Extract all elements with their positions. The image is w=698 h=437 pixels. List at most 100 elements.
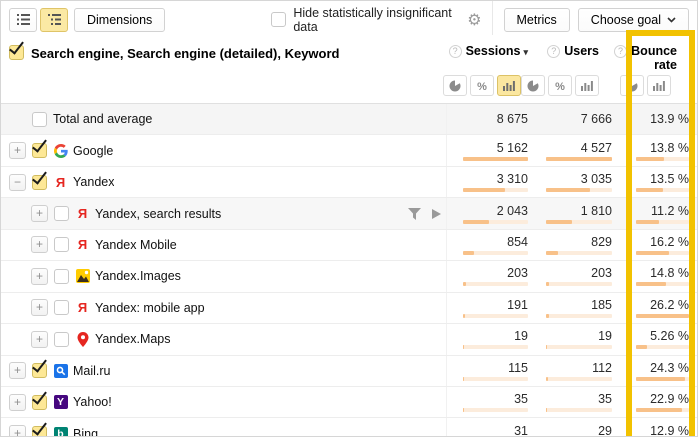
row-label[interactable]: Yandex: mobile app xyxy=(95,301,205,315)
bar-chart-toggle[interactable] xyxy=(497,75,521,96)
row-checkbox[interactable] xyxy=(32,175,47,190)
row-checkbox[interactable] xyxy=(54,237,69,252)
row-label[interactable]: Yandex.Images xyxy=(95,269,181,283)
sessions-bar xyxy=(463,314,528,318)
bounce-rate-bar xyxy=(636,345,689,349)
tree-view-icon[interactable] xyxy=(40,8,68,32)
select-all-checkbox[interactable] xyxy=(9,45,24,60)
users-bar xyxy=(546,157,612,161)
bar-chart-toggle[interactable] xyxy=(575,75,599,96)
expand-button[interactable]: + xyxy=(9,362,26,379)
table-row: + Я Yandex Mobile 854 829 16.2 % xyxy=(1,229,697,260)
bounce-rate-cell: 11.2 % xyxy=(617,198,697,228)
row-checkbox[interactable] xyxy=(32,363,47,378)
help-icon[interactable] xyxy=(614,45,627,58)
choose-goal-label: Choose goal xyxy=(591,13,661,27)
pie-chart-toggle[interactable] xyxy=(620,75,644,96)
sessions-cell: 35 xyxy=(446,387,535,417)
expand-button[interactable]: + xyxy=(31,268,48,285)
expand-button[interactable]: − xyxy=(9,174,26,191)
row-name-cell: + Mail.ru xyxy=(1,356,446,386)
hide-insignificant-label[interactable]: Hide statistically insignificant data xyxy=(293,6,457,34)
bounce-rate-value: 12.9 % xyxy=(650,424,689,437)
row-label[interactable]: Yandex, search results xyxy=(95,207,221,221)
row-name-cell: + Я Yandex, search results xyxy=(1,198,446,228)
sessions-column-label[interactable]: Sessions xyxy=(466,44,528,58)
users-bar xyxy=(546,408,612,412)
expand-button[interactable]: + xyxy=(9,394,26,411)
users-value: 4 527 xyxy=(581,141,612,155)
metrics-button[interactable]: Metrics xyxy=(504,8,570,32)
bar-chart-toggle[interactable] xyxy=(647,75,671,96)
users-bar xyxy=(546,377,612,381)
pie-chart-toggle[interactable] xyxy=(521,75,545,96)
sessions-bar xyxy=(463,345,528,349)
bounce-rate-bar xyxy=(636,408,689,412)
row-label[interactable]: Google xyxy=(73,144,113,158)
users-cell: 203 xyxy=(535,261,617,291)
bars-icon xyxy=(503,81,515,91)
bounce-rate-cell: 13.9 % xyxy=(617,104,697,134)
row-checkbox[interactable] xyxy=(54,206,69,221)
expand-button[interactable]: + xyxy=(9,425,26,437)
sessions-cell: 203 xyxy=(446,261,535,291)
row-checkbox[interactable] xyxy=(32,395,47,410)
percent-toggle[interactable] xyxy=(548,75,572,96)
help-icon[interactable] xyxy=(449,45,462,58)
users-value: 35 xyxy=(598,392,612,406)
bounce-rate-column-label[interactable]: Bounce rate xyxy=(631,44,677,73)
list-view-icon[interactable] xyxy=(9,8,37,32)
row-label[interactable]: Yahoo! xyxy=(73,395,112,409)
users-column-label[interactable]: Users xyxy=(564,44,599,58)
hide-insignificant-checkbox[interactable] xyxy=(271,12,286,27)
row-checkbox[interactable] xyxy=(54,332,69,347)
row-label[interactable]: Yandex.Maps xyxy=(95,332,171,346)
filter-icon[interactable] xyxy=(408,208,421,220)
row-label[interactable]: Yandex Mobile xyxy=(95,238,177,252)
sessions-cell: 854 xyxy=(446,230,535,260)
row-name-cell: + Я Yandex Mobile xyxy=(1,230,446,260)
row-checkbox[interactable] xyxy=(54,269,69,284)
dimensions-button[interactable]: Dimensions xyxy=(74,8,165,32)
row-checkbox[interactable] xyxy=(32,426,47,437)
expand-button[interactable]: + xyxy=(9,142,26,159)
expand-button[interactable]: + xyxy=(31,299,48,316)
play-icon[interactable] xyxy=(430,208,442,220)
chevron-down-icon xyxy=(667,17,676,23)
bounce-rate-bar xyxy=(636,188,689,192)
percent-icon xyxy=(477,79,487,93)
sessions-value: 35 xyxy=(514,392,528,406)
gear-icon[interactable]: ⚙ xyxy=(467,12,481,28)
row-checkbox[interactable] xyxy=(54,300,69,315)
toolbar: Dimensions Hide statistically insignific… xyxy=(1,1,697,35)
yandex-icon: Я xyxy=(75,206,90,221)
row-name-cell: + Yandex.Maps xyxy=(1,324,446,354)
users-bar xyxy=(546,220,612,224)
bounce-rate-cell: 5.26 % xyxy=(617,324,697,354)
choose-goal-button[interactable]: Choose goal xyxy=(578,8,689,32)
sessions-cell: 115 xyxy=(446,356,535,386)
bounce-rate-bar xyxy=(636,220,689,224)
pie-chart-toggle[interactable] xyxy=(443,75,467,96)
row-label[interactable]: Total and average xyxy=(53,112,152,126)
expand-button[interactable]: + xyxy=(31,236,48,253)
percent-toggle[interactable] xyxy=(470,75,494,96)
row-label[interactable]: Yandex xyxy=(73,175,114,189)
users-cell: 185 xyxy=(535,293,617,323)
expand-button[interactable]: + xyxy=(31,331,48,348)
pie-icon xyxy=(626,80,638,92)
help-icon[interactable] xyxy=(547,45,560,58)
sessions-bar xyxy=(463,251,528,255)
bounce-rate-value: 14.8 % xyxy=(650,266,689,280)
row-checkbox[interactable] xyxy=(32,112,47,127)
bounce-rate-cell: 13.5 % xyxy=(617,167,697,197)
bars-icon xyxy=(653,81,665,91)
row-label[interactable]: Mail.ru xyxy=(73,364,111,378)
row-label[interactable]: Bing xyxy=(73,427,98,437)
row-checkbox[interactable] xyxy=(32,143,47,158)
bounce-rate-bar xyxy=(636,157,689,161)
table-row: + Y Yahoo! 35 35 22.9 % xyxy=(1,386,697,417)
users-cell: 19 xyxy=(535,324,617,354)
bounce-rate-value: 13.5 % xyxy=(650,172,689,186)
expand-button[interactable]: + xyxy=(31,205,48,222)
